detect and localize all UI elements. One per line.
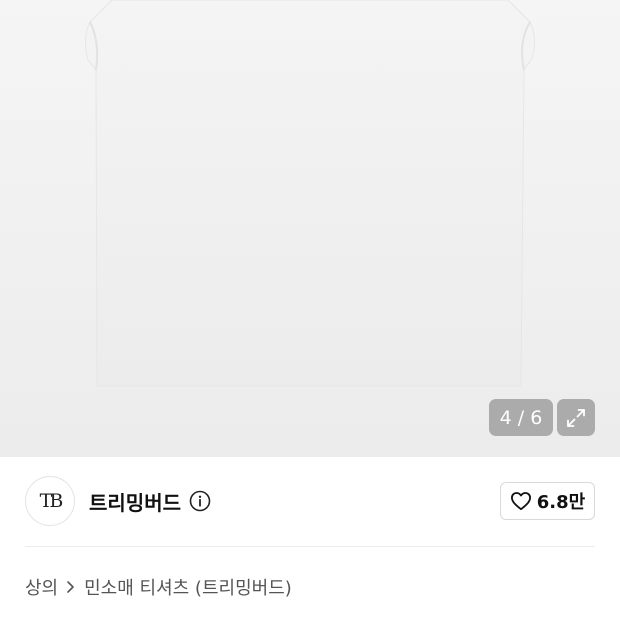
brand-name[interactable]: 트리밍버드 [89, 487, 181, 516]
expand-button[interactable] [557, 399, 595, 436]
product-image[interactable] [0, 0, 620, 457]
chevron-right-icon [67, 581, 74, 593]
image-counter: 4 / 6 [489, 399, 553, 436]
breadcrumb: 상의 민소매 티셔츠 (트리밍버드) [25, 574, 292, 600]
like-count: 6.8만 [536, 492, 586, 513]
info-icon[interactable] [189, 490, 211, 512]
like-button[interactable]: 6.8만 [500, 482, 595, 520]
expand-icon [567, 408, 585, 427]
brand-logo[interactable]: TB [25, 476, 75, 526]
product-image-gallery[interactable]: 4 / 6 [0, 0, 620, 457]
brand-row: TB 트리밍버드 6.8만 [25, 476, 595, 526]
heart-icon [510, 492, 531, 511]
breadcrumb-item-subcategory[interactable]: 민소매 티셔츠 (트리밍버드) [84, 574, 292, 600]
breadcrumb-item-category[interactable]: 상의 [25, 574, 58, 600]
divider [25, 546, 595, 547]
